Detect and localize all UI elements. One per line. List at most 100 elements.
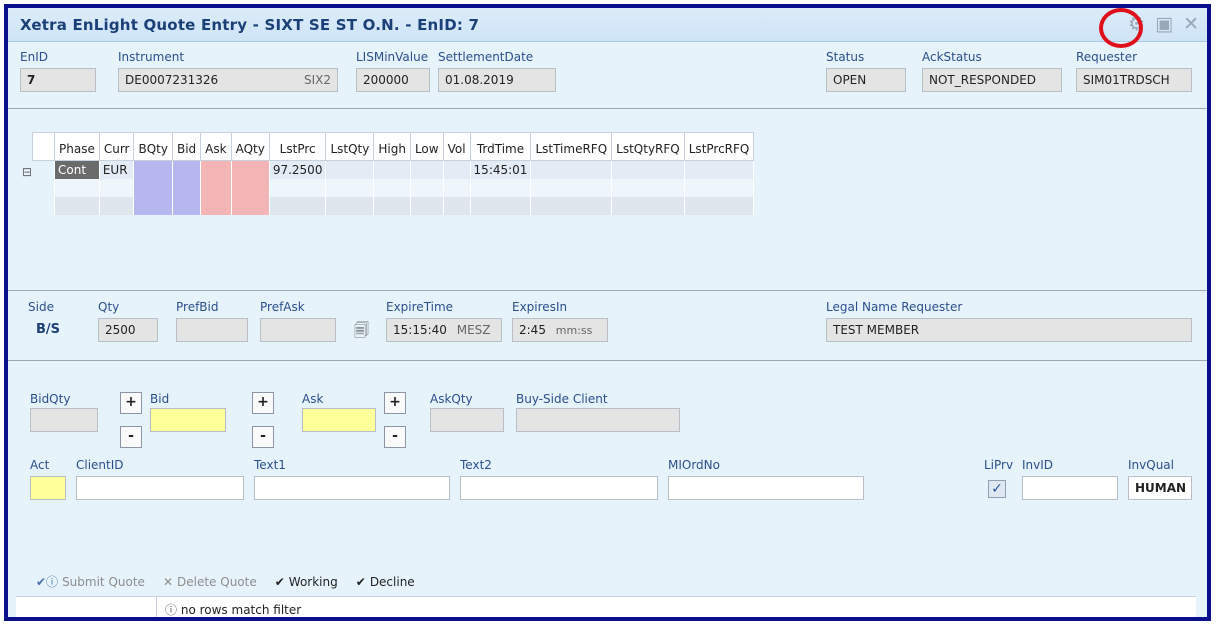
prefbid-label: PrefBid [176, 300, 219, 314]
table-cell [325, 178, 375, 197]
column-header[interactable]: Bid [171, 132, 202, 161]
bid-increment-button[interactable]: + [120, 392, 142, 414]
table-row[interactable] [32, 196, 755, 215]
tree-expander-icon[interactable]: ⊟ [22, 165, 32, 179]
column-header[interactable]: LstPrc [268, 132, 327, 161]
decline-button[interactable]: ✔ Decline [356, 575, 415, 589]
prefask-field [260, 318, 336, 342]
ask-label: Ask [302, 392, 324, 406]
qty-field[interactable]: 2500 [98, 318, 158, 342]
table-cell [325, 196, 375, 215]
invid-label: InvID [1022, 458, 1054, 472]
checkmark-icon: ✔ [274, 574, 285, 589]
divider [8, 290, 1207, 291]
column-header[interactable]: LstPrcRFQ [683, 132, 755, 161]
act-input[interactable] [30, 476, 66, 500]
title-bar: Xetra EnLight Quote Entry - SIXT SE ST O… [8, 8, 1207, 48]
prefask-label: PrefAsk [260, 300, 305, 314]
clientid-label: ClientID [76, 458, 124, 472]
requester-label: Requester [1076, 50, 1138, 64]
column-header[interactable]: Low [409, 132, 444, 161]
side-value: B/S [36, 322, 61, 337]
column-header[interactable]: LstQty [325, 132, 375, 161]
table-cell [443, 196, 471, 215]
table-row[interactable] [32, 178, 755, 197]
table-cell: EUR [99, 160, 135, 179]
column-header[interactable]: Vol [442, 132, 471, 161]
table-row[interactable]: Cont EUR 97.2500 15:45:01 [32, 160, 755, 179]
expiretime-label: ExpireTime [386, 300, 454, 314]
grid-header-row: Phase Curr BQty Bid Ask AQty LstPrc LstQty High L… [32, 132, 755, 161]
column-header[interactable]: LstTimeRFQ [530, 132, 613, 161]
bid-label: Bid [150, 392, 170, 406]
column-header[interactable]: Phase [54, 132, 100, 161]
clientid-input[interactable] [76, 476, 244, 500]
text2-input[interactable] [460, 476, 658, 500]
market-data-grid[interactable]: Phase Curr BQty Bid Ask AQty LstPrc LstQty High L… [32, 132, 755, 215]
bid-input[interactable] [150, 408, 226, 432]
buyside-client-field [516, 408, 680, 432]
column-header[interactable]: Ask [200, 132, 232, 161]
invid-input[interactable] [1022, 476, 1118, 500]
working-button[interactable]: ✔ Working [275, 575, 338, 589]
column-header[interactable]: Curr [98, 132, 135, 161]
askqty-increment-button[interactable]: + [384, 392, 406, 414]
table-cell [373, 160, 411, 179]
text1-input[interactable] [254, 476, 450, 500]
divider [8, 108, 1207, 109]
table-cell [54, 178, 100, 197]
side-label: Side [28, 300, 54, 314]
table-cell [373, 178, 411, 197]
table-cell [325, 160, 375, 179]
liprv-label: LiPrv [984, 458, 1014, 472]
status-message: ⓘ no rows match filter [156, 597, 309, 617]
qty-label: Qty [98, 300, 120, 314]
settlementdate-label: SettlementDate [438, 50, 534, 64]
table-cell [470, 178, 532, 197]
working-label: Working [288, 574, 338, 589]
ask-increment-button[interactable]: + [252, 392, 274, 414]
close-icon[interactable]: ✕ [1183, 14, 1199, 34]
status-field: OPEN [826, 68, 906, 92]
copy-icon[interactable]: 🗐 [354, 320, 369, 345]
table-cell [54, 196, 100, 215]
submit-quote-button[interactable]: ✔ⓘ Submit Quote [36, 573, 145, 590]
expiretime-field: 15:15:40 MESZ [386, 318, 502, 342]
table-cell [133, 178, 173, 197]
invqual-input[interactable]: HUMAN [1128, 476, 1192, 500]
table-cell: 97.2500 [269, 160, 327, 179]
ask-input[interactable] [302, 408, 376, 432]
instrument-value: DE0007231326 [125, 73, 219, 87]
askqty-decrement-button[interactable]: - [384, 426, 406, 448]
table-cell [684, 196, 755, 215]
ask-decrement-button[interactable]: - [252, 426, 274, 448]
table-cell [231, 196, 270, 215]
status-bar: ⓘ no rows match filter [16, 596, 1196, 617]
tree-connector-cell [32, 160, 55, 179]
column-header[interactable]: TrdTime [469, 132, 532, 161]
text2-label: Text2 [460, 458, 492, 472]
table-cell [172, 160, 202, 179]
column-header[interactable]: LstQtyRFQ [611, 132, 685, 161]
miordno-input[interactable] [668, 476, 864, 500]
table-cell [410, 196, 444, 215]
bid-decrement-button[interactable]: - [120, 426, 142, 448]
table-cell [133, 196, 173, 215]
table-cell [410, 178, 444, 197]
table-cell [172, 178, 202, 197]
table-cell [99, 196, 135, 215]
detach-window-icon[interactable]: ▣ [1155, 14, 1173, 34]
liprv-checkbox[interactable]: ✓ [988, 480, 1006, 498]
table-cell [530, 196, 613, 215]
table-cell [231, 178, 270, 197]
quote-entry-window: Xetra EnLight Quote Entry - SIXT SE ST O… [4, 4, 1211, 621]
table-cell [443, 160, 471, 179]
ackstatus-label: AckStatus [922, 50, 982, 64]
info-icon: ⓘ [165, 603, 178, 617]
column-header[interactable]: BQty [133, 132, 173, 161]
table-cell [410, 160, 444, 179]
column-header[interactable]: High [373, 132, 411, 161]
action-toolbar: ✔ⓘ Submit Quote ✕ Delete Quote ✔ Working… [36, 573, 415, 590]
column-header[interactable]: AQty [230, 132, 270, 161]
delete-quote-button[interactable]: ✕ Delete Quote [163, 575, 257, 589]
